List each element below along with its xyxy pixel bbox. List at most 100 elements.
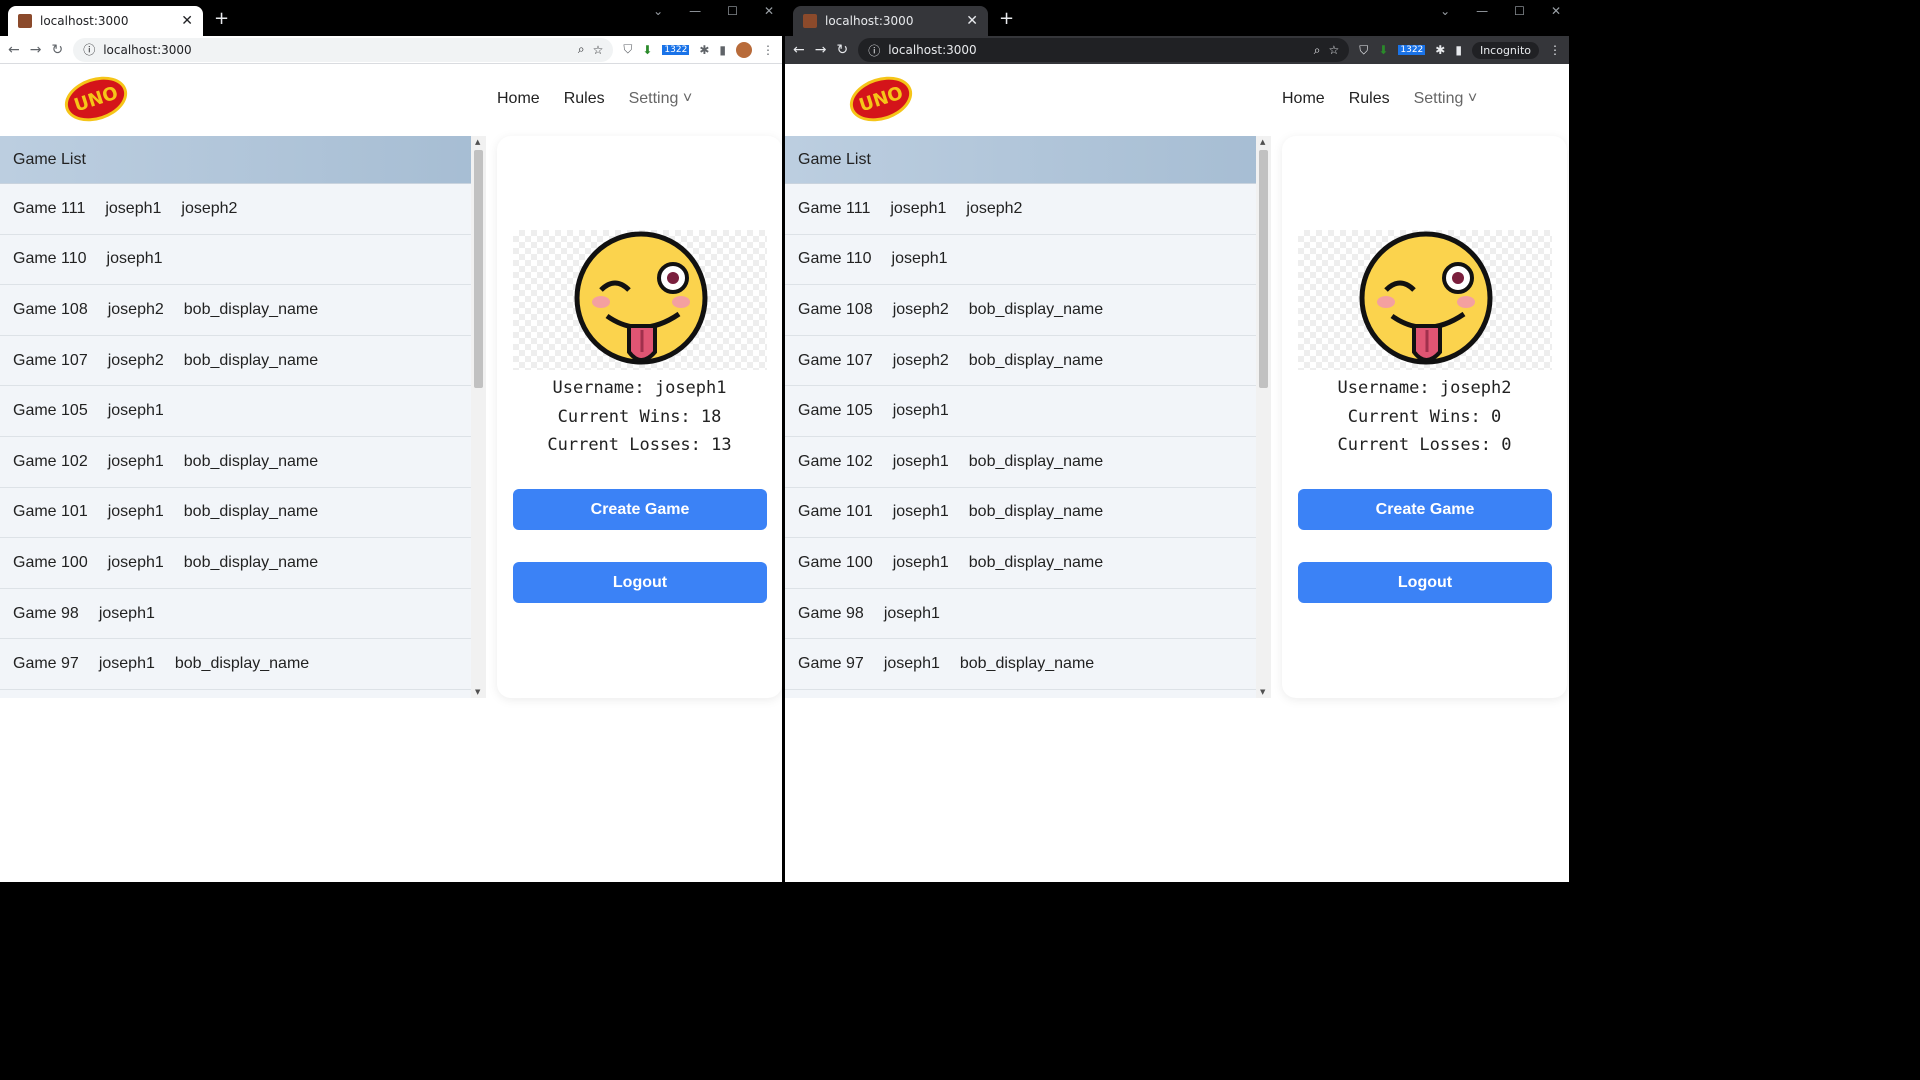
game-list-item[interactable]: Game 97 joseph1 bob_display_name bbox=[785, 639, 1256, 690]
maximize-icon[interactable]: ☐ bbox=[1514, 4, 1525, 18]
info-icon[interactable]: ⓘ bbox=[83, 41, 95, 58]
nav-home-link[interactable]: Home bbox=[1282, 90, 1325, 108]
scroll-up-icon[interactable]: ▲ bbox=[1260, 138, 1265, 146]
nav-home-link[interactable]: Home bbox=[497, 90, 540, 108]
minimize-icon[interactable]: — bbox=[689, 4, 701, 18]
avatar[interactable] bbox=[736, 41, 752, 58]
game-player: joseph1 bbox=[890, 199, 947, 217]
tab-search-icon[interactable]: ⌄ bbox=[1440, 4, 1450, 18]
address-bar[interactable]: ⓘ localhost:3000 ⌕ ☆ bbox=[73, 37, 614, 62]
scroll-down-icon[interactable]: ▼ bbox=[1260, 688, 1265, 696]
url-text: localhost:3000 bbox=[103, 42, 192, 57]
logout-button[interactable]: Logout bbox=[1298, 562, 1552, 603]
losses-text: Current Losses: 0 bbox=[1337, 435, 1512, 455]
game-list-item[interactable]: Game 101 joseph1 bob_display_name bbox=[0, 488, 471, 539]
nav-setting-dropdown[interactable]: Setting ˅ bbox=[629, 90, 693, 108]
address-bar[interactable]: ⓘ localhost:3000 ⌕ ☆ bbox=[858, 38, 1350, 62]
menu-dots-icon[interactable]: ⋮ bbox=[1549, 43, 1561, 57]
info-icon[interactable]: ⓘ bbox=[868, 42, 880, 59]
game-list-item[interactable]: Game 110 joseph1 bbox=[785, 235, 1256, 286]
browser-tab[interactable]: localhost:3000 ✕ bbox=[793, 6, 988, 36]
forward-arrow-icon[interactable]: → bbox=[815, 42, 827, 58]
shield-extension-icon[interactable]: ⛉ bbox=[623, 42, 632, 57]
scrollbar-thumb[interactable] bbox=[474, 150, 483, 388]
window-close-icon[interactable]: ✕ bbox=[1551, 4, 1561, 18]
game-player: bob_display_name bbox=[183, 351, 319, 369]
close-icon[interactable]: ✕ bbox=[181, 13, 193, 29]
logout-button[interactable]: Logout bbox=[513, 562, 767, 603]
back-arrow-icon[interactable]: ← bbox=[8, 42, 20, 58]
minimize-icon[interactable]: — bbox=[1476, 4, 1488, 18]
game-list-item[interactable]: Game 101 joseph1 bob_display_name bbox=[785, 488, 1256, 539]
puzzle-icon[interactable]: ✱ bbox=[1435, 43, 1445, 57]
game-list-item[interactable]: Game 102 joseph1 bob_display_name bbox=[0, 437, 471, 488]
nav-rules-link[interactable]: Rules bbox=[564, 90, 605, 108]
browser-toolbar: ← → ↻ ⓘ localhost:3000 ⌕ ☆ ⛉ ⬇ 1322 ✱ ▮ … bbox=[785, 36, 1569, 64]
scrollbar-thumb[interactable] bbox=[1259, 150, 1268, 388]
game-list-item[interactable]: Game 105 joseph1 bbox=[0, 386, 471, 437]
browser-window-1: localhost:3000 ✕ + ⌄ — ☐ ✕ ← → ↻ ⓘ local… bbox=[0, 0, 784, 882]
scroll-down-icon[interactable]: ▼ bbox=[475, 688, 480, 696]
game-player: joseph1 bbox=[107, 553, 164, 571]
scrollbar[interactable]: ▲ ▼ bbox=[471, 136, 486, 698]
star-icon[interactable]: ☆ bbox=[1329, 43, 1340, 57]
zoom-icon[interactable]: ⌕ bbox=[578, 42, 585, 57]
game-list-item[interactable]: Game 108 joseph2 bob_display_name bbox=[0, 285, 471, 336]
game-list-item[interactable]: Game 100 joseph1 bob_display_name bbox=[0, 538, 471, 589]
extension-badge[interactable]: 1322 bbox=[662, 44, 690, 55]
maximize-icon[interactable]: ☐ bbox=[727, 4, 738, 18]
uno-logo[interactable]: UNO bbox=[59, 69, 133, 129]
star-icon[interactable]: ☆ bbox=[593, 43, 604, 57]
new-tab-icon[interactable]: + bbox=[214, 8, 229, 29]
close-icon[interactable]: ✕ bbox=[966, 13, 978, 29]
forward-arrow-icon[interactable]: → bbox=[30, 42, 42, 58]
tab-title: localhost:3000 bbox=[825, 14, 914, 28]
back-arrow-icon[interactable]: ← bbox=[793, 42, 805, 58]
incognito-badge[interactable]: Incognito bbox=[1471, 41, 1539, 59]
game-list-item[interactable]: Game 111 joseph1 joseph2 bbox=[0, 184, 471, 235]
game-player: bob_display_name bbox=[968, 351, 1104, 369]
zoom-icon[interactable]: ⌕ bbox=[1314, 43, 1321, 58]
game-list-item[interactable]: Game 107 joseph2 bob_display_name bbox=[0, 336, 471, 387]
new-tab-icon[interactable]: + bbox=[999, 8, 1014, 29]
game-player: joseph1 bbox=[891, 250, 948, 268]
sidepanel-icon[interactable]: ▮ bbox=[1455, 43, 1462, 57]
favicon-icon bbox=[803, 14, 817, 28]
game-list-item[interactable]: Game 111 joseph1 joseph2 bbox=[785, 184, 1256, 235]
tab-search-icon[interactable]: ⌄ bbox=[653, 4, 663, 18]
scroll-up-icon[interactable]: ▲ bbox=[475, 138, 480, 146]
game-player: joseph1 bbox=[892, 452, 949, 470]
puzzle-icon[interactable]: ✱ bbox=[699, 43, 709, 57]
sidepanel-icon[interactable]: ▮ bbox=[719, 43, 726, 57]
game-player: bob_display_name bbox=[183, 553, 319, 571]
uno-logo[interactable]: UNO bbox=[844, 69, 918, 129]
game-list-item[interactable]: Game 108 joseph2 bob_display_name bbox=[785, 285, 1256, 336]
game-list-item[interactable]: Game 107 joseph2 bob_display_name bbox=[785, 336, 1256, 387]
game-player: joseph1 bbox=[107, 503, 164, 521]
game-list-item[interactable]: Game 102 joseph1 bob_display_name bbox=[785, 437, 1256, 488]
browser-tab[interactable]: localhost:3000 ✕ bbox=[8, 6, 203, 36]
game-list-item[interactable]: Game 98 joseph1 bbox=[0, 589, 471, 640]
game-list-item[interactable]: Game 98 joseph1 bbox=[785, 589, 1256, 640]
game-list-item[interactable]: Game 97 joseph1 bob_display_name bbox=[0, 639, 471, 690]
window-close-icon[interactable]: ✕ bbox=[764, 4, 774, 18]
game-list-item[interactable]: Game 105 joseph1 bbox=[785, 386, 1256, 437]
game-list-header: Game List bbox=[0, 136, 486, 184]
download-extension-icon[interactable]: ⬇ bbox=[1378, 43, 1388, 57]
menu-dots-icon[interactable]: ⋮ bbox=[762, 43, 774, 57]
game-list-item[interactable]: Game 100 joseph1 bob_display_name bbox=[785, 538, 1256, 589]
game-player: joseph1 bbox=[107, 402, 164, 420]
reload-icon[interactable]: ↻ bbox=[836, 42, 848, 58]
download-extension-icon[interactable]: ⬇ bbox=[642, 43, 652, 57]
create-game-button[interactable]: Create Game bbox=[1298, 489, 1552, 530]
extension-badge[interactable]: 1322 bbox=[1398, 45, 1426, 55]
tab-strip: localhost:3000 ✕ + ⌄ — ☐ ✕ bbox=[785, 0, 1569, 36]
nav-rules-link[interactable]: Rules bbox=[1349, 90, 1390, 108]
create-game-button[interactable]: Create Game bbox=[513, 489, 767, 530]
reload-icon[interactable]: ↻ bbox=[51, 42, 63, 58]
scrollbar[interactable]: ▲ ▼ bbox=[1256, 136, 1271, 698]
nav-setting-dropdown[interactable]: Setting ˅ bbox=[1414, 90, 1478, 108]
shield-extension-icon[interactable]: ⛉ bbox=[1359, 43, 1368, 58]
game-list: Game List Game 111 joseph1 joseph2 Game 1… bbox=[785, 136, 1271, 698]
game-list-item[interactable]: Game 110 joseph1 bbox=[0, 235, 471, 286]
